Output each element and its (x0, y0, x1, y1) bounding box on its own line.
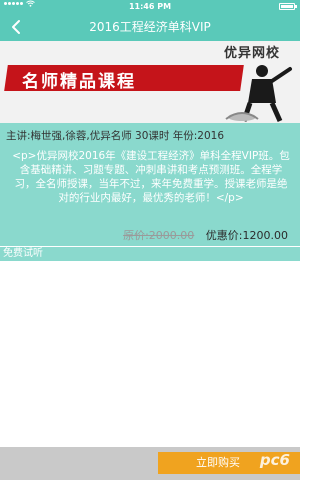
nav-bar: 2016工程经济单科VIP (0, 13, 300, 41)
sale-price: 优惠价:1200.00 (205, 229, 288, 242)
price-row: 原价:2000.00 优惠价:1200.00 (123, 227, 288, 243)
original-price: 原价:2000.00 (123, 229, 195, 242)
bottom-bar: 立即购买 pc6 (0, 447, 300, 480)
banner-illustration (225, 65, 292, 123)
page-title: 2016工程经济单科VIP (89, 20, 211, 34)
free-trial-list (0, 261, 300, 447)
course-banner: 名师精品课程 优异网校 (0, 41, 300, 123)
status-time: 11:46 PM (128, 2, 172, 11)
course-meta: 主讲:梅世强,徐蓉,优异名师 30课时 年份:2016 (6, 130, 225, 142)
back-icon[interactable] (8, 17, 26, 37)
status-bar: 11:46 PM (0, 0, 300, 13)
banner-slogan: 名师精品课程 (22, 72, 136, 92)
free-trial-header: 免费试听 (0, 246, 300, 261)
watermark-logo: pc6 (259, 451, 290, 469)
course-description: <p>优异网校2016年《建设工程经济》单科全程VIP班。包含基础精讲、习题专题… (12, 150, 290, 204)
course-info-panel: 主讲:梅世强,徐蓉,优异名师 30课时 年份:2016 <p>优异网校2016年… (0, 123, 300, 246)
battery-icon (279, 3, 297, 10)
